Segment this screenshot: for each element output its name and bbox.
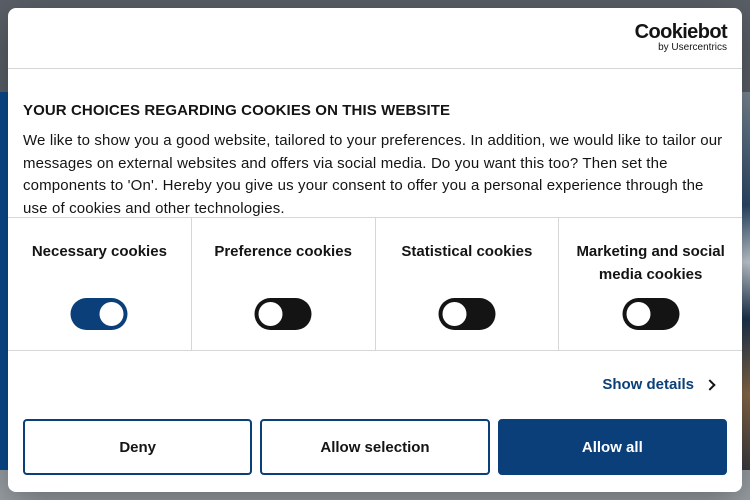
consent-buttons: Deny Allow selection Allow all (23, 419, 727, 475)
logo-wordmark: Cookiebot (634, 21, 728, 43)
dialog-header: Cookiebot by Usercentrics (8, 8, 742, 69)
category-necessary: Necessary cookies (8, 218, 192, 350)
cookiebot-logo[interactable]: Cookiebot by Usercentrics (634, 21, 728, 53)
allow-all-button[interactable]: Allow all (497, 419, 727, 475)
toggle-knob (442, 302, 467, 326)
logo-byline: by Usercentrics (658, 42, 727, 53)
category-marketing: Marketing and social media cookies (559, 218, 742, 350)
marketing-toggle[interactable] (622, 298, 680, 330)
necessary-toggle[interactable] (70, 298, 128, 330)
statistical-toggle[interactable] (438, 298, 496, 330)
category-preference: Preference cookies (192, 218, 376, 350)
show-details-label: Show details (602, 376, 694, 393)
toggle-knob (258, 302, 283, 326)
show-details-link[interactable]: Show details (602, 376, 716, 393)
category-label: Marketing and social media cookies (576, 243, 725, 283)
cookie-consent-dialog: Cookiebot by Usercentrics YOUR CHOICES R… (8, 8, 742, 492)
allow-selection-button[interactable]: Allow selection (260, 419, 490, 475)
preference-toggle[interactable] (254, 298, 312, 330)
toggle-knob (99, 302, 124, 326)
cookie-category-toggles: Necessary cookies Preference cookies Sta… (8, 217, 742, 351)
category-label: Preference cookies (214, 243, 352, 260)
consent-title: YOUR CHOICES REGARDING COOKIES ON THIS W… (23, 102, 451, 119)
category-label: Necessary cookies (31, 243, 167, 260)
category-statistical: Statistical cookies (376, 218, 560, 350)
chevron-right-icon (704, 378, 716, 391)
consent-content[interactable]: YOUR CHOICES REGARDING COOKIES ON THIS W… (8, 70, 742, 217)
consent-description: We like to show you a good website, tail… (23, 132, 723, 217)
category-label: Statistical cookies (401, 243, 533, 260)
toggle-knob (626, 302, 651, 326)
deny-button[interactable]: Deny (23, 419, 253, 475)
